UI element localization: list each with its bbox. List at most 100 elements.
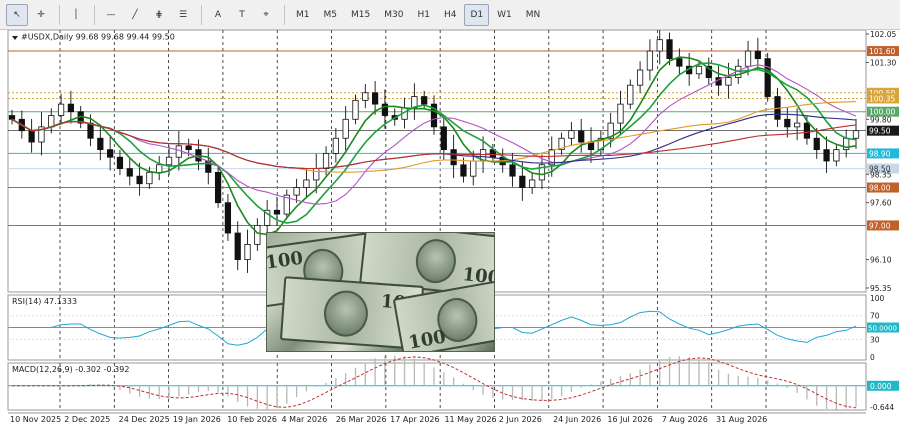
x-axis-label: 2 Jun 2026: [499, 415, 542, 424]
candle-body: [8, 115, 16, 120]
rsi-axis-label: 30: [870, 335, 880, 344]
vertical-line-tool-icon[interactable]: │: [65, 4, 87, 26]
candle-body: [342, 118, 349, 139]
candle-body: [57, 103, 65, 116]
channel-tool-icon[interactable]: ⋕: [148, 4, 170, 26]
candle-body: [28, 130, 35, 143]
chart-canvas[interactable]: 10 Nov 2025 2 Dec 2025 24 Dec 2025 19 Jan 2…: [0, 24, 900, 432]
rsi-level-label: 50.0000: [868, 325, 897, 333]
x-axis-label: 19 Jan 2026: [173, 415, 221, 424]
candle-body: [695, 65, 703, 75]
x-axis-label: 7 Aug 2026: [662, 415, 708, 424]
candle-body: [823, 149, 830, 162]
trendline-tool-icon[interactable]: ╱: [124, 4, 146, 26]
x-axis-label: 26 Mar 2026: [336, 415, 387, 424]
x-axis-label: 10 Nov 2025: [10, 415, 61, 424]
rsi-axis-label: 0: [870, 353, 875, 362]
horizontal-line-tool-icon[interactable]: —: [100, 4, 122, 26]
candle-body: [322, 153, 330, 169]
candle-body: [362, 92, 369, 101]
fibonacci-tool-icon[interactable]: ☰: [172, 4, 194, 26]
candle-body: [450, 149, 457, 166]
candle-body: [852, 130, 860, 139]
candle-body: [332, 137, 339, 154]
main-chart-header: #USDX,Daily 99.68 99.68 99.44 99.50: [21, 33, 175, 42]
level-price-label: 100.35: [869, 94, 895, 103]
timeframe-m15-button[interactable]: M15: [345, 4, 376, 26]
level-price-label: 99.50: [869, 127, 891, 136]
x-axis-label: 4 Mar 2026: [282, 415, 328, 424]
candle-body: [440, 126, 447, 151]
crosshair-tool-icon[interactable]: ✛: [30, 4, 52, 26]
candle-body: [126, 168, 133, 177]
candle-body: [352, 99, 359, 120]
candle-body: [833, 149, 840, 162]
macd-pane-frame: [7, 362, 867, 411]
candle-body: [794, 122, 801, 128]
x-axis-label: 10 Feb 2026: [227, 415, 277, 424]
candle-body: [627, 84, 634, 105]
candle-body: [529, 179, 536, 188]
y-axis-label: 102.05: [870, 30, 896, 39]
toolbar-separator: [284, 4, 285, 25]
y-axis-label: 97.60: [870, 199, 892, 208]
candle-body: [224, 202, 232, 234]
x-axis-label: 31 Aug 2026: [716, 415, 767, 424]
candle-body: [107, 149, 114, 158]
timeframe-m30-button[interactable]: M30: [378, 4, 409, 26]
dollar-bills-image: 100 100 100 100: [266, 232, 495, 352]
toolbar-separator: [59, 4, 60, 25]
timeframe-mn-button[interactable]: MN: [520, 4, 547, 26]
y-axis-label: 96.10: [870, 256, 892, 265]
candle-body: [676, 58, 683, 67]
chart-toolbar: ↖ ✛ │ — ╱ ⋕ ☰ A T ⌖ M1 M5 M15 M30 H1 H4 D1 W1 MN: [0, 0, 900, 30]
timeframe-m5-button[interactable]: M5: [318, 4, 344, 26]
timeframe-w1-button[interactable]: W1: [491, 4, 518, 26]
candle-body: [784, 118, 791, 128]
level-price-label: 98.00: [869, 184, 891, 193]
x-axis-label: 2 Dec 2025: [64, 415, 110, 424]
candle-body: [421, 96, 428, 105]
candle-body: [136, 175, 143, 185]
timeframe-m1-button[interactable]: M1: [290, 4, 316, 26]
toolbar-separator: [94, 4, 95, 25]
macd-zero-label: 0.000: [870, 382, 892, 391]
timeframe-h4-button[interactable]: H4: [438, 4, 463, 26]
candle-body: [568, 130, 575, 139]
candle-body: [234, 232, 241, 260]
candle-body: [509, 164, 516, 177]
chart-window[interactable]: 10 Nov 2025 2 Dec 2025 24 Dec 2025 19 Jan 2…: [0, 24, 900, 432]
candle-body: [116, 156, 124, 169]
candle-body: [666, 39, 673, 60]
text-label-tool-icon[interactable]: T: [231, 4, 253, 26]
candle-body: [254, 225, 261, 245]
timeframe-d1-button[interactable]: D1: [464, 3, 490, 26]
y-axis-label: 101.30: [870, 58, 896, 67]
candle-body: [470, 160, 477, 177]
macd-header: MACD(12,26,9) -0.302 -0.392: [12, 365, 129, 374]
timeframe-h1-button[interactable]: H1: [411, 4, 436, 26]
candle-body: [636, 69, 644, 86]
shapes-tool-icon[interactable]: ⌖: [255, 4, 277, 26]
candle-body: [813, 137, 820, 151]
cursor-tool-icon[interactable]: ↖: [6, 3, 28, 26]
candle-body: [764, 58, 771, 97]
candle-body: [313, 168, 320, 181]
candle-body: [97, 137, 104, 151]
y-axis-label: 99.80: [870, 115, 892, 124]
text-tool-icon[interactable]: A: [207, 4, 229, 26]
candle-body: [725, 77, 732, 86]
candle-body: [185, 145, 192, 151]
level-price-label: 97.00: [869, 221, 891, 230]
candle-body: [460, 164, 467, 177]
candle-body: [293, 187, 300, 196]
candle-body: [578, 130, 585, 143]
candle-body: [803, 122, 811, 139]
x-axis-label: 24 Jun 2026: [553, 415, 601, 424]
x-axis-label: 16 Jul 2026: [607, 415, 652, 424]
macd-axis-label: -0.644: [870, 403, 894, 412]
candle-body: [744, 50, 752, 67]
candle-body: [303, 179, 310, 188]
candle-body: [48, 115, 55, 128]
rsi-axis-label: 70: [870, 312, 880, 321]
